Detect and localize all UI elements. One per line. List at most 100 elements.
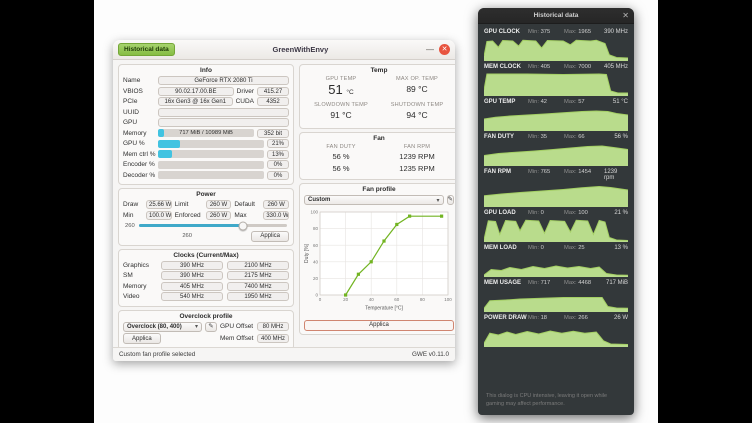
gpu-temp-value: 51 °C xyxy=(304,82,378,100)
power-limit-label: Limit xyxy=(175,201,203,208)
gpu-offset-label: GPU Offset xyxy=(220,323,254,330)
fan-profile-select[interactable]: Custom ▾ xyxy=(304,195,444,205)
gpu-util-value: 21% xyxy=(267,139,289,148)
gpu-temp-cell: GPU TEMP 51 °C xyxy=(304,76,378,100)
memory-clock-label: Memory xyxy=(123,283,157,290)
overclock-section: Overclock profile Overclock (80, 400) ▾ … xyxy=(118,310,294,348)
cuda-value: 4352 xyxy=(257,97,289,106)
window-title: GreenWithEnvy xyxy=(179,45,422,54)
graphics-clock-current: 390 MHz xyxy=(161,261,223,270)
fan1-duty-value: 56 % xyxy=(304,152,378,162)
clock-row-graphics: Graphics 390 MHz 2100 MHz xyxy=(123,261,289,270)
metric-min: Min: 18 xyxy=(528,315,564,321)
minimize-icon[interactable]: — xyxy=(426,46,434,54)
metric-min: Min: 42 xyxy=(528,99,564,105)
clock-row-sm: SM 390 MHz 2175 MHz xyxy=(123,271,289,280)
history-area-chart xyxy=(484,252,628,277)
driver-label: Driver xyxy=(237,88,254,95)
decoder-label: Decoder % xyxy=(123,172,155,179)
overclock-apply-button[interactable]: Applica xyxy=(123,333,161,344)
memory-clock-current: 405 MHz xyxy=(161,282,223,291)
history-row-header: POWER DRAWMin: 18Max: 26626 W xyxy=(484,315,628,321)
info-row-memory: Memory 717 MiB / 10989 MiB 352 bit xyxy=(123,129,289,138)
metric-name: GPU CLOCK xyxy=(484,29,528,35)
uuid-label: UUID xyxy=(123,109,155,116)
sm-clock-current: 390 MHz xyxy=(161,271,223,280)
fan-profile-select-row: Custom ▾ ✎ xyxy=(304,195,454,205)
main-titlebar[interactable]: Historical data GreenWithEnvy — ✕ xyxy=(113,40,455,60)
metric-min: Min: 405 xyxy=(528,64,564,70)
metric-current-value: 13 % xyxy=(614,245,628,251)
history-row-mem-load: MEM LOADMin: 0Max: 2513 % xyxy=(484,245,628,277)
power-min-value: 100.0 W xyxy=(146,211,172,220)
historical-data-button[interactable]: Historical data xyxy=(118,43,175,56)
decoder-bar xyxy=(158,171,264,179)
edit-overclock-profile-icon[interactable]: ✎ xyxy=(205,322,217,332)
info-row-mem-ctrl: Mem ctrl % 13% xyxy=(123,150,289,159)
cuda-label: CUDA xyxy=(236,98,254,105)
metric-max: Max: 7000 xyxy=(564,64,604,70)
history-area-chart xyxy=(484,106,628,131)
metric-name: FAN DUTY xyxy=(484,134,528,140)
metric-name: MEM CLOCK xyxy=(484,64,528,70)
max-op-temp-cell: MAX OP. TEMP 89 °C xyxy=(380,76,454,100)
gpu-offset-value: 80 MHz xyxy=(257,322,289,331)
metric-min: Min: 765 xyxy=(528,169,564,175)
screen: Historical data GreenWithEnvy — ✕ Info N… xyxy=(0,0,752,423)
info-row-gpu: GPU xyxy=(123,118,289,127)
svg-text:0: 0 xyxy=(319,297,322,302)
metric-max: Max: 57 xyxy=(564,99,604,105)
power-slider-handle[interactable] xyxy=(238,221,247,230)
history-row-gpu-clock: GPU CLOCKMin: 375Max: 1965390 MHz xyxy=(484,29,628,61)
edit-fan-profile-icon[interactable]: ✎ xyxy=(447,195,454,205)
encoder-label: Encoder % xyxy=(123,161,155,168)
power-min-label: Min xyxy=(123,212,143,219)
historical-titlebar[interactable]: Historical data ✕ xyxy=(478,8,634,24)
metric-current-value: 51 °C xyxy=(613,99,628,105)
power-enforced-label: Enforced xyxy=(175,212,203,219)
encoder-value: 0% xyxy=(267,160,289,169)
mem-offset-value: 400 MHz xyxy=(257,334,289,343)
historical-body: GPU CLOCKMin: 375Max: 1965390 MHz MEM CLO… xyxy=(478,24,634,391)
power-apply-button[interactable]: Applica xyxy=(251,231,289,242)
svg-text:Duty [%]: Duty [%] xyxy=(304,243,310,263)
driver-value: 415.27 xyxy=(257,87,289,96)
fan-rpm-label: FAN RPM xyxy=(380,144,454,150)
overclock-profile-select[interactable]: Overclock (80, 400) ▾ xyxy=(123,322,202,332)
metric-current-value: 21 % xyxy=(614,210,628,216)
info-row-decoder: Decoder % 0% xyxy=(123,171,289,180)
fan-section-title: Fan xyxy=(304,135,454,142)
memory-interface-value: 352 bit xyxy=(257,129,289,138)
overclock-section-title: Overclock profile xyxy=(123,313,289,320)
power-limit-slider[interactable] xyxy=(139,224,287,227)
power-default-label: Default xyxy=(234,201,260,208)
svg-text:80: 80 xyxy=(420,297,426,302)
power-default-value: 260 W xyxy=(263,200,289,209)
metric-min: Min: 35 xyxy=(528,134,564,140)
left-column: Info Name GeForce RTX 2080 Ti VBIOS 90.0… xyxy=(118,64,294,343)
history-area-chart xyxy=(484,287,628,312)
info-section: Info Name GeForce RTX 2080 Ti VBIOS 90.0… xyxy=(118,64,294,185)
close-icon[interactable]: ✕ xyxy=(439,44,450,55)
metric-current-value: 56 % xyxy=(614,134,628,140)
power-slider-value-label: 260 xyxy=(125,223,135,229)
metric-name: GPU LOAD xyxy=(484,210,528,216)
overclock-profile-selected: Overclock (80, 400) xyxy=(127,324,182,330)
shutdown-temp-cell: SHUTDOWN TEMP 94 °C xyxy=(380,102,454,123)
historical-close-icon[interactable]: ✕ xyxy=(622,11,629,20)
power-apply-row: 260 Applica xyxy=(123,231,289,242)
history-row-header: MEM USAGEMin: 717Max: 4468717 MiB xyxy=(484,280,628,286)
fan-profile-section: Fan profile Custom ▾ ✎ 00202040406060808… xyxy=(299,183,455,335)
metric-min: Min: 0 xyxy=(528,245,564,251)
metric-current-value: 405 MHz xyxy=(604,64,628,70)
svg-text:80: 80 xyxy=(313,226,319,231)
fan2-duty-value: 56 % xyxy=(304,164,378,174)
shutdown-temp-value: 94 °C xyxy=(380,108,454,123)
fan-duty-label: FAN DUTY xyxy=(304,144,378,150)
svg-text:100: 100 xyxy=(310,210,318,215)
memory-usage-text: 717 MiB / 10989 MiB xyxy=(158,129,254,137)
memory-label: Memory xyxy=(123,130,155,137)
svg-text:Temperature [°C]: Temperature [°C] xyxy=(365,306,403,312)
pcie-value: 16x Gen3 @ 16x Gen1 xyxy=(158,97,233,106)
fan-profile-apply-button[interactable]: Applica xyxy=(304,320,454,331)
